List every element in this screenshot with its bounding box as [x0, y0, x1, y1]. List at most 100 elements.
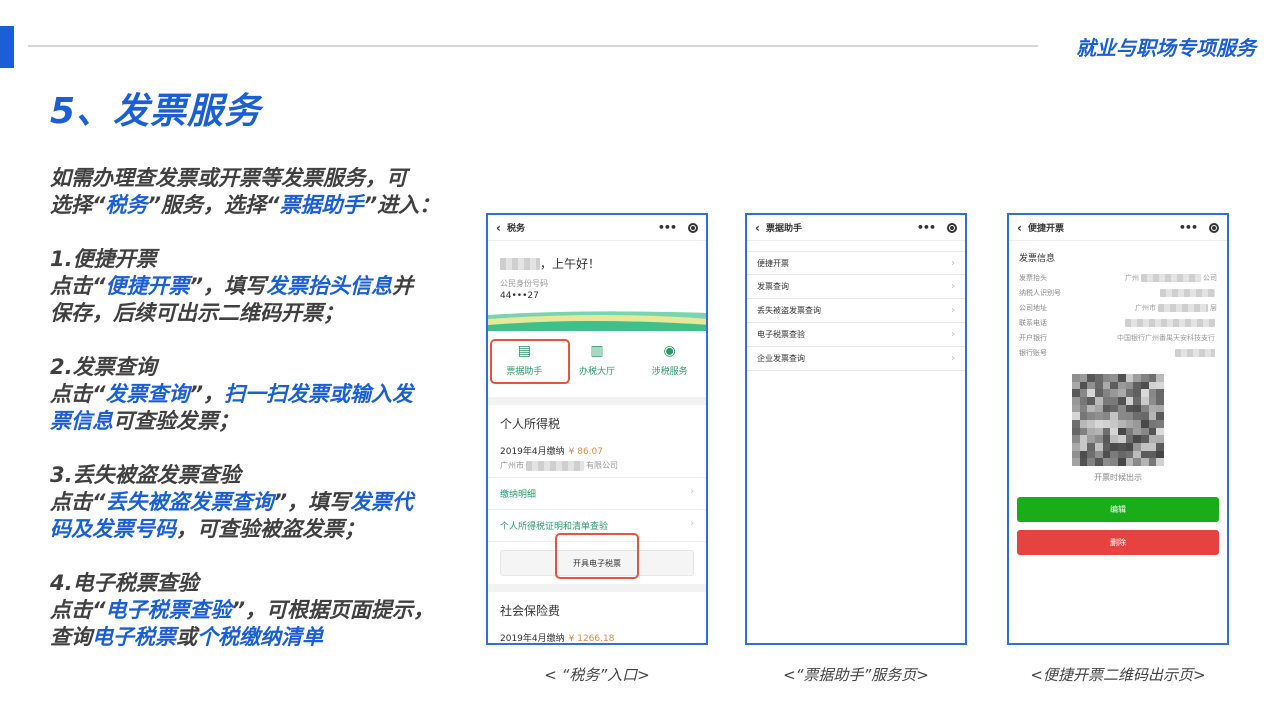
qr-cell	[1110, 419, 1118, 428]
qr-cell	[1133, 396, 1141, 405]
tax-service-button[interactable]: ◉ 涉税服务	[635, 335, 705, 387]
qr-cell	[1140, 450, 1149, 459]
qr-cell	[1110, 412, 1118, 420]
caption-quick-invoice: <便捷开票二维码出示页>	[1030, 666, 1206, 684]
qr-cell	[1125, 389, 1134, 397]
payment-detail-link[interactable]: 缴纳明细 ›	[488, 478, 706, 510]
qr-cell	[1117, 435, 1126, 443]
nav-title: 便捷开票	[1027, 224, 1064, 234]
edit-button[interactable]: 编辑	[1017, 497, 1219, 522]
close-miniapp-icon[interactable]	[1209, 222, 1219, 233]
qr-cell	[1110, 374, 1118, 382]
qr-cell	[1117, 412, 1126, 420]
qr-cell	[1087, 381, 1095, 390]
redacted-value	[1125, 318, 1215, 327]
qr-cell	[1117, 396, 1126, 405]
chevron-right-icon: ›	[951, 281, 955, 292]
qr-cell	[1110, 381, 1118, 390]
qr-cell	[1102, 419, 1111, 428]
qr-cell	[1125, 412, 1134, 420]
more-icon[interactable]: •••	[658, 221, 677, 234]
qr-cell	[1079, 374, 1088, 382]
qr-cell	[1125, 419, 1134, 428]
invoice-field: 纳税人识别号	[1009, 285, 1227, 300]
qr-cell	[1133, 404, 1141, 413]
qr-cell	[1156, 419, 1164, 428]
back-icon[interactable]: ‹	[1017, 221, 1022, 235]
qr-cell	[1156, 381, 1164, 390]
qr-cell	[1148, 389, 1157, 397]
qr-cell	[1102, 427, 1111, 436]
qr-cell	[1125, 381, 1134, 390]
qr-cell	[1125, 427, 1134, 436]
tax-hall-button[interactable]: ▥ 办税大厅	[562, 335, 632, 387]
more-icon[interactable]: •••	[917, 221, 936, 234]
qr-cell	[1102, 381, 1111, 390]
qr-cell	[1110, 442, 1118, 451]
qr-cell	[1102, 374, 1111, 382]
qr-cell	[1094, 450, 1103, 459]
section-heading: 2.发票查询	[50, 355, 157, 379]
qr-cell	[1125, 442, 1134, 451]
back-icon[interactable]: ‹	[755, 221, 760, 235]
section-text: 票信息可查验发票；	[50, 409, 239, 433]
qr-cell	[1117, 389, 1126, 397]
qr-cell	[1072, 396, 1080, 405]
qr-cell	[1087, 396, 1095, 405]
chevron-right-icon: ›	[951, 257, 955, 269]
redacted-value	[1141, 273, 1201, 282]
qr-cell	[1148, 404, 1157, 413]
more-icon[interactable]: •••	[1179, 221, 1198, 234]
close-miniapp-icon[interactable]	[947, 222, 957, 233]
qr-cell	[1094, 427, 1103, 436]
header-divider	[28, 45, 1038, 47]
qr-cell	[1079, 412, 1088, 420]
qr-cell	[1079, 450, 1088, 459]
nav-bar: ‹ 便捷开票 •••	[1009, 215, 1227, 241]
qr-cell	[1148, 374, 1157, 382]
qr-cell	[1087, 374, 1095, 382]
qr-cell	[1087, 450, 1095, 459]
qr-cell	[1148, 450, 1157, 459]
nav-bar: ‹ 票据助手 •••	[747, 215, 965, 241]
back-icon[interactable]: ‹	[496, 221, 501, 235]
qr-cell	[1148, 427, 1157, 436]
qr-cell	[1072, 381, 1080, 390]
qr-cell	[1133, 374, 1141, 382]
qr-cell	[1133, 450, 1141, 459]
qr-cell	[1072, 450, 1080, 459]
menu-item[interactable]: 丢失被盗发票查询 ›	[747, 299, 965, 323]
page-title: 5、发票服务	[50, 91, 262, 132]
qr-cell	[1079, 381, 1088, 390]
qr-cell	[1156, 450, 1164, 459]
qr-cell	[1094, 435, 1103, 443]
building-icon: ▥	[590, 343, 604, 359]
qr-cell	[1117, 450, 1126, 459]
invoice-field: 银行账号	[1009, 345, 1227, 360]
menu-item[interactable]: 便捷开票 ›	[747, 251, 965, 275]
highlight-box	[490, 339, 570, 384]
qr-cell	[1072, 389, 1080, 397]
qr-cell	[1148, 412, 1157, 420]
qr-cell	[1079, 442, 1088, 451]
qr-cell	[1148, 435, 1157, 443]
redacted-value	[1160, 288, 1215, 297]
qr-cell	[1156, 396, 1164, 405]
qr-cell	[1102, 450, 1111, 459]
qr-code	[1072, 374, 1164, 466]
delete-button[interactable]: 删除	[1017, 530, 1219, 555]
close-miniapp-icon[interactable]	[688, 222, 698, 233]
qr-cell	[1125, 396, 1134, 405]
qr-cell	[1094, 374, 1103, 382]
qr-cell	[1117, 404, 1126, 413]
qr-cell	[1140, 389, 1149, 397]
qr-cell	[1133, 389, 1141, 397]
menu-item[interactable]: 电子税票查验 ›	[747, 323, 965, 347]
menu-item[interactable]: 企业发票查询 ›	[747, 347, 965, 371]
qr-cell	[1094, 396, 1103, 405]
id-value: 44•••27	[500, 291, 539, 301]
greeting: ，上午好！	[488, 241, 706, 272]
qr-cell	[1148, 419, 1157, 428]
menu-item[interactable]: 发票查询 ›	[747, 275, 965, 299]
id-label: 公民身份号码	[500, 279, 548, 288]
